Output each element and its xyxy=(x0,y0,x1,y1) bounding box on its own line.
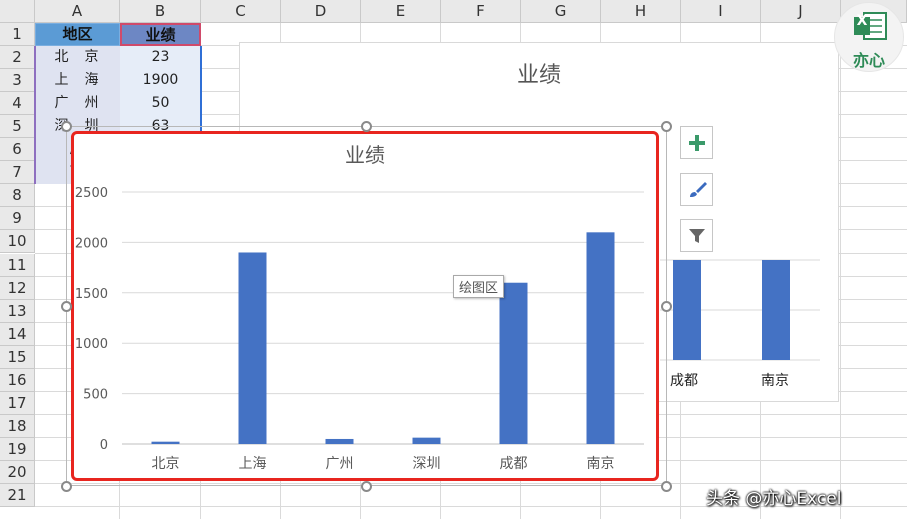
bar-3 xyxy=(412,437,441,444)
resize-handle-top-center[interactable] xyxy=(361,121,372,132)
row-header-9[interactable]: 9 xyxy=(0,207,35,231)
column-header-e[interactable]: E xyxy=(361,0,441,23)
row-header-16[interactable]: 16 xyxy=(0,368,35,392)
y-tick-label: 2500 xyxy=(75,186,108,201)
bar-0 xyxy=(151,441,180,444)
row-header-11[interactable]: 11 xyxy=(0,253,35,277)
column-header-f[interactable]: F xyxy=(441,0,521,23)
bar-5 xyxy=(586,232,615,444)
x-tick-label: 上海 xyxy=(239,456,267,472)
row-header-5[interactable]: 5 xyxy=(0,115,35,139)
column-header-g[interactable]: G xyxy=(521,0,601,23)
plus-icon xyxy=(688,134,705,151)
x-tick-label: 南京 xyxy=(587,456,615,472)
cell-a1[interactable]: 地区 xyxy=(35,23,120,46)
bar-1 xyxy=(238,252,267,444)
back-bar-nanjing xyxy=(762,260,790,360)
resize-handle-bottom-left[interactable] xyxy=(61,481,72,492)
row-header-13[interactable]: 13 xyxy=(0,299,35,323)
row-header-17[interactable]: 17 xyxy=(0,391,35,415)
row-header-4[interactable]: 4 xyxy=(0,92,35,116)
resize-handle-middle-left[interactable] xyxy=(61,301,72,312)
logo-text: 亦心 xyxy=(852,51,885,70)
column-header-h[interactable]: H xyxy=(601,0,681,23)
filter-icon xyxy=(688,228,705,243)
plot-area-tooltip: 绘图区 xyxy=(453,275,505,298)
row-header-1[interactable]: 1 xyxy=(0,23,35,47)
y-tick-label: 0 xyxy=(100,438,108,453)
row-header-21[interactable]: 21 xyxy=(0,484,35,508)
cell-b2[interactable]: 23 xyxy=(120,46,201,70)
column-header-d[interactable]: D xyxy=(281,0,361,23)
brush-icon xyxy=(689,181,707,197)
back-xlabel-chengdu: 成都 xyxy=(670,373,698,389)
cell-b3[interactable]: 1900 xyxy=(120,69,201,93)
x-tick-label: 成都 xyxy=(500,456,528,472)
range-border-a xyxy=(34,46,36,184)
row-header-6[interactable]: 6 xyxy=(0,138,35,162)
y-tick-label: 1000 xyxy=(75,337,108,352)
yixin-logo: X 亦心 xyxy=(834,2,904,72)
row-header-10[interactable]: 10 xyxy=(0,230,35,254)
row-header-14[interactable]: 14 xyxy=(0,322,35,346)
column-header-j[interactable]: J xyxy=(761,0,841,23)
resize-handle-top-left[interactable] xyxy=(61,121,72,132)
cell-a4[interactable]: 广州 xyxy=(35,92,120,116)
chart-elements-button[interactable] xyxy=(680,126,713,159)
chart-styles-button[interactable] xyxy=(680,173,713,206)
column-header-a[interactable]: A xyxy=(35,0,120,23)
column-header-c[interactable]: C xyxy=(201,0,281,23)
resize-handle-bottom-right[interactable] xyxy=(661,481,672,492)
row-header-3[interactable]: 3 xyxy=(0,69,35,93)
column-header-b[interactable]: B xyxy=(120,0,201,23)
chart-plot-area[interactable]: 业绩 0 500 1000 1500 2000 2500 北京 上海 广州 深圳 成都 南京 xyxy=(74,134,656,478)
resize-handle-middle-right[interactable] xyxy=(661,301,672,312)
x-tick-label: 深圳 xyxy=(413,456,441,472)
y-tick-label: 1500 xyxy=(75,287,108,302)
column-header-i[interactable]: I xyxy=(681,0,761,23)
cell-a2[interactable]: 北京 xyxy=(35,46,120,70)
row-header-12[interactable]: 12 xyxy=(0,276,35,300)
resize-handle-top-right[interactable] xyxy=(661,121,672,132)
y-tick-label: 2000 xyxy=(75,236,108,251)
select-all-corner[interactable] xyxy=(0,0,35,23)
chart-area[interactable]: 业绩 0 500 1000 1500 2000 2500 北京 上海 广州 深圳 成都 南京 xyxy=(71,131,659,481)
row-header-8[interactable]: 8 xyxy=(0,184,35,208)
bar-2 xyxy=(325,438,354,444)
row-header-15[interactable]: 15 xyxy=(0,345,35,369)
row-header-19[interactable]: 19 xyxy=(0,437,35,461)
back-bar-chengdu xyxy=(673,260,701,360)
cell-b1[interactable]: 业绩 xyxy=(120,23,201,46)
row-header-20[interactable]: 20 xyxy=(0,460,35,484)
row-header-2[interactable]: 2 xyxy=(0,46,35,70)
chart-title: 业绩 xyxy=(345,143,385,167)
logo-letter: X xyxy=(856,13,868,29)
resize-handle-bottom-center[interactable] xyxy=(361,481,372,492)
chart-filters-button[interactable] xyxy=(680,219,713,252)
watermark: 头条 @亦心Excel xyxy=(706,489,842,509)
x-tick-label: 北京 xyxy=(152,456,180,472)
cell-b4[interactable]: 50 xyxy=(120,92,201,116)
grid-vline xyxy=(840,23,841,519)
back-xlabel-nanjing: 南京 xyxy=(761,373,789,389)
y-tick-label: 500 xyxy=(83,388,108,403)
row-header-18[interactable]: 18 xyxy=(0,414,35,438)
row-header-7[interactable]: 7 xyxy=(0,161,35,185)
cell-a3[interactable]: 上海 xyxy=(35,69,120,93)
bar-4 xyxy=(499,282,528,444)
x-tick-label: 广州 xyxy=(326,456,354,472)
